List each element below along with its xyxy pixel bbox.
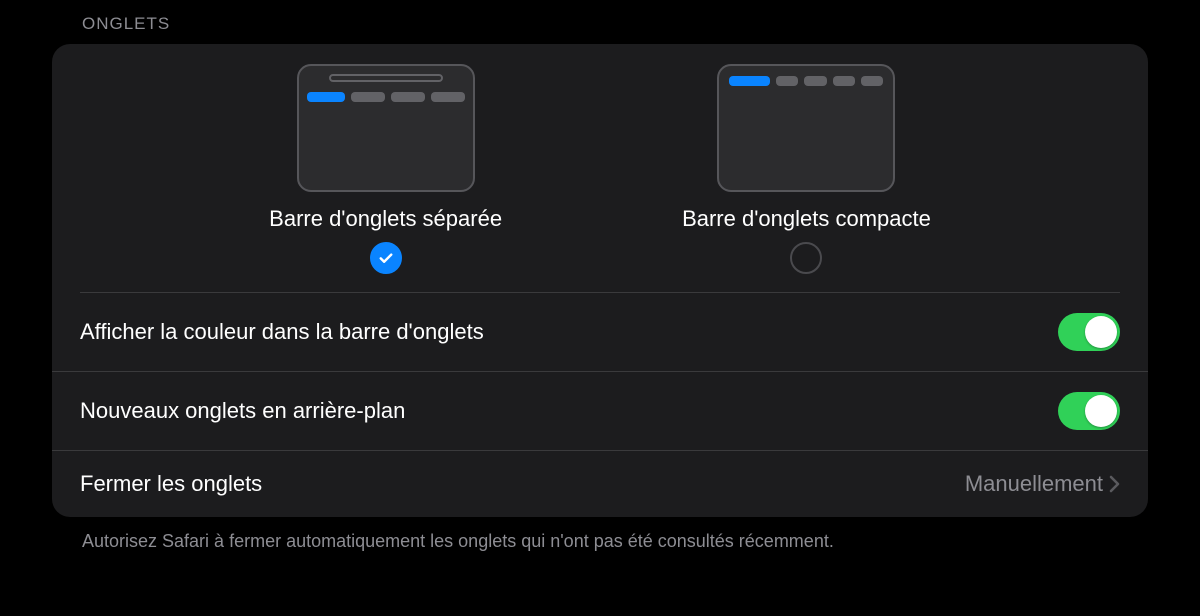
row-label-close-tabs: Fermer les onglets: [80, 471, 262, 497]
preview-tab: [776, 76, 798, 86]
toggle-knob: [1085, 395, 1117, 427]
tab-layout-radio-separate[interactable]: [370, 242, 402, 274]
tab-layout-preview-separate: [297, 64, 475, 192]
preview-tab-active: [307, 92, 346, 102]
preview-tab-active: [729, 76, 769, 86]
tab-layout-chooser: Barre d'onglets séparée: [80, 44, 1120, 293]
section-footer-close-tabs: Autorisez Safari à fermer automatiquemen…: [52, 517, 1148, 552]
preview-tabs-row: [307, 92, 465, 102]
row-show-tab-color: Afficher la couleur dans la barre d'ongl…: [52, 293, 1148, 372]
tab-layout-radio-compact[interactable]: [790, 242, 822, 274]
checkmark-icon: [377, 249, 395, 267]
preview-tab: [391, 92, 425, 102]
row-label-show-tab-color: Afficher la couleur dans la barre d'ongl…: [80, 319, 484, 345]
preview-tab: [351, 92, 385, 102]
preview-tab: [431, 92, 465, 102]
chevron-right-icon: [1109, 475, 1120, 493]
section-header-tabs: Onglets: [52, 10, 1148, 44]
row-label-background-tabs: Nouveaux onglets en arrière-plan: [80, 398, 405, 424]
row-close-tabs[interactable]: Fermer les onglets Manuellement: [52, 451, 1148, 517]
tab-layout-label-separate: Barre d'onglets séparée: [269, 206, 502, 232]
preview-tab: [804, 76, 826, 86]
tab-layout-option-compact[interactable]: Barre d'onglets compacte: [682, 64, 931, 274]
preview-tab: [861, 76, 883, 86]
tab-layout-label-compact: Barre d'onglets compacte: [682, 206, 931, 232]
close-tabs-value: Manuellement: [965, 471, 1103, 497]
row-background-tabs: Nouveaux onglets en arrière-plan: [52, 372, 1148, 451]
preview-tab: [833, 76, 855, 86]
tab-layout-option-separate[interactable]: Barre d'onglets séparée: [269, 64, 502, 274]
toggle-background-tabs[interactable]: [1058, 392, 1120, 430]
preview-tabs-row: [729, 76, 883, 86]
toggle-knob: [1085, 316, 1117, 348]
row-value-close-tabs: Manuellement: [965, 471, 1120, 497]
preview-address-bar: [329, 74, 443, 82]
tabs-settings-panel: Barre d'onglets séparée: [52, 44, 1148, 517]
toggle-show-tab-color[interactable]: [1058, 313, 1120, 351]
tab-layout-preview-compact: [717, 64, 895, 192]
